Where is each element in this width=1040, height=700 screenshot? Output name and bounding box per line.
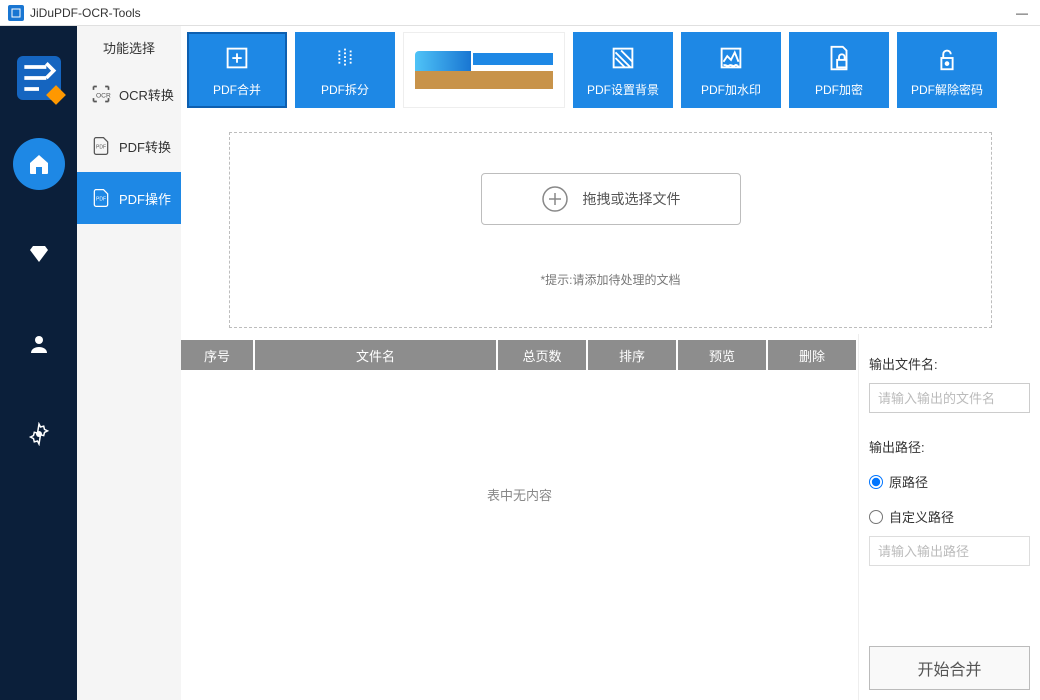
pdf-convert-icon: PDF	[91, 136, 111, 156]
sidebar-item-label: PDF操作	[119, 189, 171, 208]
sidebar: 功能选择 OCR OCR转换 PDF PDF转换 PDF PDF操作	[77, 26, 181, 700]
th-name: 文件名	[255, 340, 498, 370]
table-header-row: 序号 文件名 总页数 排序 预览 删除	[181, 340, 858, 370]
sidebar-item-ocr[interactable]: OCR OCR转换	[77, 68, 181, 120]
radio-custom-path[interactable]: 自定义路径	[869, 507, 1030, 526]
tool-background[interactable]: PDF设置背景	[573, 32, 673, 108]
radio-custom-input[interactable]	[869, 510, 883, 524]
app-logo	[17, 56, 61, 100]
th-sort: 排序	[588, 340, 678, 370]
output-filename-label: 输出文件名:	[869, 354, 1030, 373]
nav-settings[interactable]	[13, 408, 65, 460]
output-filename-input[interactable]	[869, 383, 1030, 413]
diamond-icon	[27, 242, 51, 266]
sidebar-item-operate[interactable]: PDF PDF操作	[77, 172, 181, 224]
tool-watermark[interactable]: PDF加水印	[681, 32, 781, 108]
start-merge-button[interactable]: 开始合并	[869, 646, 1030, 690]
file-table: 序号 文件名 总页数 排序 预览 删除 表中无内容	[181, 334, 858, 700]
ocr-icon: OCR	[91, 84, 111, 104]
dropzone[interactable]: 拖拽或选择文件 *提示:请添加待处理的文档	[229, 132, 992, 328]
content: PDF合并 PDF拆分 PDF设置背景 PDF加水印 PDF加密	[181, 26, 1040, 700]
minimize-button[interactable]: —	[1012, 6, 1032, 20]
output-panel: 输出文件名: 输出路径: 原路径 自定义路径 开始合并	[858, 334, 1040, 700]
merge-icon	[222, 43, 252, 73]
select-file-button[interactable]: 拖拽或选择文件	[481, 173, 741, 225]
nav-vip[interactable]	[13, 228, 65, 280]
output-path-label: 输出路径:	[869, 437, 1030, 456]
app-icon	[8, 5, 24, 21]
radio-original-path[interactable]: 原路径	[869, 472, 1030, 491]
title-bar: JiDuPDF-OCR-Tools —	[0, 0, 1040, 26]
nav-user[interactable]	[13, 318, 65, 370]
tool-split[interactable]: PDF拆分	[295, 32, 395, 108]
home-icon	[27, 152, 51, 176]
watermark-icon	[716, 43, 746, 73]
th-view: 预览	[678, 340, 768, 370]
background-icon	[608, 43, 638, 73]
table-empty-message: 表中无内容	[181, 370, 858, 618]
user-icon	[27, 332, 51, 356]
tool-merge[interactable]: PDF合并	[187, 32, 287, 108]
svg-text:OCR: OCR	[96, 92, 111, 99]
sidebar-item-convert[interactable]: PDF PDF转换	[77, 120, 181, 172]
sidebar-item-label: OCR转换	[119, 85, 174, 104]
th-sn: 序号	[181, 340, 255, 370]
toolbar: PDF合并 PDF拆分 PDF设置背景 PDF加水印 PDF加密	[181, 26, 1040, 114]
gear-icon	[27, 422, 51, 446]
sidebar-header: 功能选择	[77, 26, 181, 68]
decrypt-icon	[932, 43, 962, 73]
sidebar-item-label: PDF转换	[119, 137, 171, 156]
pdf-operate-icon: PDF	[91, 188, 111, 208]
split-icon	[330, 43, 360, 73]
nav-rail	[0, 26, 77, 700]
radio-original-input[interactable]	[869, 475, 883, 489]
th-del: 删除	[768, 340, 858, 370]
tool-logo-image	[403, 32, 565, 108]
th-pages: 总页数	[498, 340, 588, 370]
tool-encrypt[interactable]: PDF加密	[789, 32, 889, 108]
window-title: JiDuPDF-OCR-Tools	[30, 6, 141, 20]
nav-home[interactable]	[13, 138, 65, 190]
dropzone-hint: *提示:请添加待处理的文档	[540, 271, 680, 288]
svg-text:PDF: PDF	[96, 145, 106, 151]
tool-decrypt[interactable]: PDF解除密码	[897, 32, 997, 108]
encrypt-icon	[824, 43, 854, 73]
svg-text:PDF: PDF	[96, 197, 106, 203]
plus-circle-icon	[541, 185, 569, 213]
custom-path-input	[869, 536, 1030, 566]
